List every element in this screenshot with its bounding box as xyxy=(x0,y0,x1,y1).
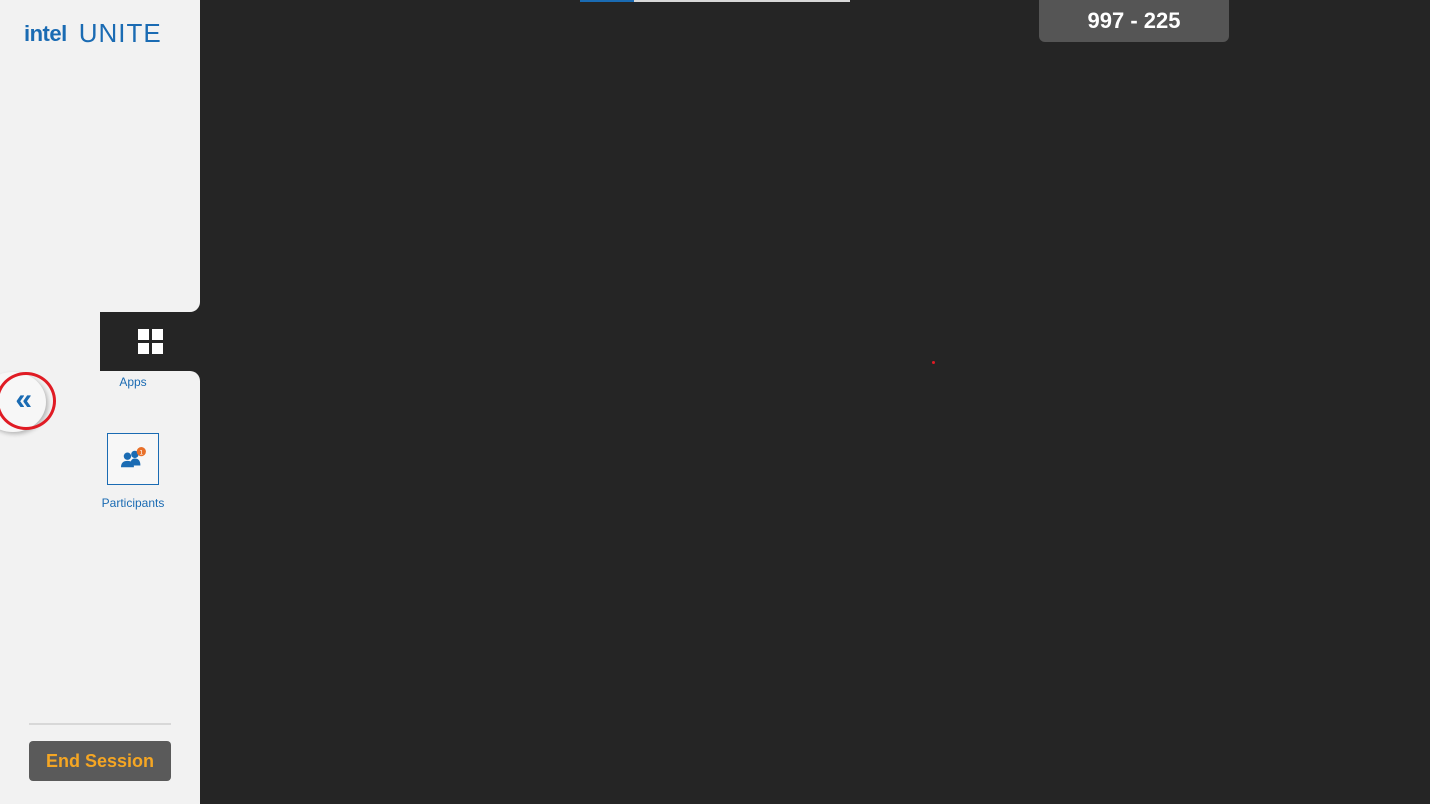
sidebar-panel-top: intel UNITE xyxy=(0,0,200,312)
pointer-dot xyxy=(932,361,935,364)
loading-progress-bar xyxy=(580,0,850,2)
participants-icon: 1 xyxy=(121,447,146,468)
intel-unite-logo: intel UNITE xyxy=(20,18,162,49)
apps-tab[interactable] xyxy=(100,312,200,370)
logo-intel-text: intel xyxy=(24,20,67,46)
end-session-button[interactable]: End Session xyxy=(29,741,171,781)
sidebar-divider xyxy=(29,723,171,725)
participants-badge-count: 1 xyxy=(139,448,143,456)
logo-unite-text: UNITE xyxy=(78,18,162,48)
participants-button[interactable]: 1 xyxy=(107,433,159,485)
app-window: intel UNITE Apps « 1 Participants End Se… xyxy=(0,0,1430,804)
participants-label: Participants xyxy=(101,496,165,510)
apps-grid-icon xyxy=(137,328,163,354)
loading-progress-fill xyxy=(580,0,634,2)
apps-label: Apps xyxy=(119,375,147,389)
session-pin-badge: 997 - 225 xyxy=(1039,0,1229,42)
sidebar-panel-bottom xyxy=(0,371,200,804)
